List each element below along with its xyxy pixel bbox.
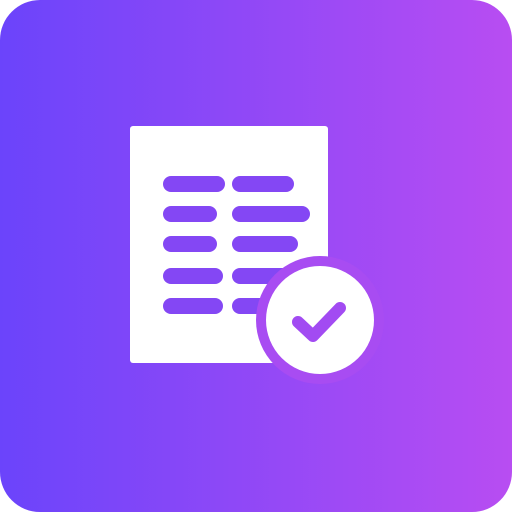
- text-line: [163, 176, 225, 192]
- text-line: [232, 236, 298, 252]
- text-line: [163, 268, 223, 284]
- text-line: [163, 206, 217, 222]
- text-line: [163, 236, 217, 252]
- text-line: [163, 298, 223, 314]
- text-line: [232, 206, 310, 222]
- check-badge-icon: [256, 256, 384, 384]
- text-line: [232, 176, 294, 192]
- app-icon-graphic: [0, 0, 512, 512]
- document-check-app-icon: [0, 0, 512, 512]
